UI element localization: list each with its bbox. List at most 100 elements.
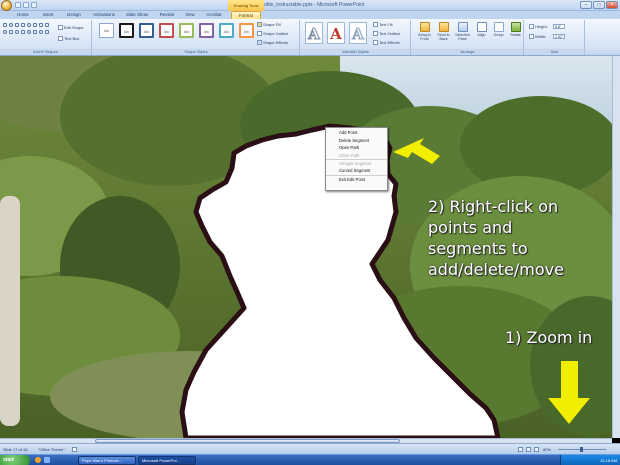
text-box-button[interactable]: Text Box <box>58 36 79 42</box>
clock: 11:18 AM <box>600 458 617 463</box>
window-title: invisible_instructable.pptx - Microsoft … <box>255 2 365 8</box>
tab-acrobat[interactable]: Acrobat <box>203 11 225 19</box>
tab-format[interactable]: Format <box>231 11 261 19</box>
menu-item-add-point[interactable]: Add Point <box>326 129 387 137</box>
shape-style-swatch-4[interactable]: Abc <box>159 23 174 38</box>
insert-shapes-label: Insert Shapes <box>0 49 91 55</box>
edit-points-context-menu: Add Point Delete Segment Open Path Close… <box>325 127 388 191</box>
vertical-scrollbar[interactable] <box>612 56 620 438</box>
text-fill-button[interactable]: Text Fill <box>373 22 393 28</box>
shape-oval-icon[interactable] <box>9 23 13 27</box>
menu-item-delete-segment[interactable]: Delete Segment <box>326 137 387 145</box>
shape-style-swatch-3[interactable]: Abc <box>139 23 154 38</box>
shape-outline-button[interactable]: Shape Outline <box>257 31 288 37</box>
edit-shape-icon <box>58 25 63 31</box>
shape-brace-icon[interactable] <box>15 30 19 34</box>
shape-outline-icon <box>257 31 262 37</box>
spellcheck-icon[interactable] <box>72 447 77 452</box>
shape-star-icon[interactable] <box>21 30 25 34</box>
text-effects-icon <box>373 40 378 46</box>
shape-styles-group: Abc Abc Abc Abc Abc Abc Abc Abc Shape Fi… <box>93 20 300 55</box>
shape-circle-icon[interactable] <box>27 23 31 27</box>
insert-shapes-group: Edit Shape Text Box Insert Shapes <box>0 20 92 55</box>
powerpoint-window: invisible_instructable.pptx - Microsoft … <box>0 0 620 465</box>
taskbar-photoshop-button[interactable]: Pope Man's Photosh... <box>78 456 136 465</box>
selection-pane-button[interactable]: Selection Pane <box>454 22 471 48</box>
shape-curve-icon[interactable] <box>3 30 7 34</box>
group-button[interactable]: Group <box>490 22 507 48</box>
shape-style-swatch-1[interactable]: Abc <box>99 23 114 38</box>
tab-home[interactable]: Home <box>15 11 31 19</box>
text-fill-icon <box>373 22 378 28</box>
quick-launch-desktop-icon[interactable] <box>44 457 50 463</box>
quick-launch-firefox-icon[interactable] <box>35 457 41 463</box>
width-field[interactable]: 2.82" <box>553 34 565 39</box>
annotation-right-click: 2) Right-click on points and segments to… <box>428 197 564 280</box>
shape-line-icon[interactable] <box>15 23 19 27</box>
shape-more-icon[interactable] <box>45 30 49 34</box>
normal-view-icon[interactable] <box>518 447 523 452</box>
maximize-button[interactable]: □ <box>593 1 605 9</box>
height-icon <box>529 24 534 30</box>
tab-review[interactable]: Review <box>157 11 177 19</box>
text-outline-button[interactable]: Text Outline <box>373 31 400 37</box>
tab-view[interactable]: View <box>182 11 198 19</box>
shape-triangle-icon[interactable] <box>33 23 37 27</box>
shape-callout-icon[interactable] <box>33 30 37 34</box>
ribbon-tabs: Home Insert Design Animations Slide Show… <box>0 11 620 19</box>
windows-taskbar: start Pope Man's Photosh... Microsoft Po… <box>0 454 620 465</box>
tab-slide-show[interactable]: Slide Show <box>123 11 151 19</box>
menu-item-open-path[interactable]: Open Path <box>326 144 387 152</box>
rotate-button[interactable]: Rotate <box>507 22 524 48</box>
slide-sorter-icon[interactable] <box>526 447 531 452</box>
width-icon <box>529 34 534 40</box>
bring-to-front-icon <box>419 22 430 32</box>
shape-styles-label: Shape Styles <box>93 49 299 55</box>
menu-item-curved-segment[interactable]: Curved Segment <box>326 167 387 175</box>
width-label: Width: <box>529 34 546 40</box>
edit-shape-button[interactable]: Edit Shape <box>58 25 84 31</box>
slide-show-icon[interactable] <box>534 447 539 452</box>
shape-freeform-icon[interactable] <box>45 23 49 27</box>
shape-heart-icon[interactable] <box>27 30 31 34</box>
shape-style-swatch-5[interactable]: Abc <box>179 23 194 38</box>
taskbar-powerpoint-button[interactable]: Microsoft PowerPoi... <box>138 456 196 465</box>
shape-rectangle-icon[interactable] <box>3 23 7 27</box>
status-bar: Slide 17 of 18 "Office Theme" 80% <box>0 443 620 454</box>
shape-fill-button[interactable]: Shape Fill <box>257 22 281 28</box>
shape-style-swatch-7[interactable]: Abc <box>219 23 234 38</box>
close-button[interactable]: × <box>606 1 618 9</box>
menu-item-exit-edit-point[interactable]: Exit Edit Point <box>326 174 387 183</box>
tab-insert[interactable]: Insert <box>38 11 58 19</box>
shape-style-swatch-6[interactable]: Abc <box>199 23 214 38</box>
shape-style-swatch-2[interactable]: Abc <box>119 23 134 38</box>
shape-effects-button[interactable]: Shape Effects <box>257 40 288 46</box>
tab-animations[interactable]: Animations <box>90 11 118 19</box>
bring-to-front-button[interactable]: Bring to Front <box>416 22 433 48</box>
selection-pane-icon <box>457 22 468 32</box>
zoom-slider-thumb[interactable] <box>580 447 583 452</box>
drawing-tools-context-label: Drawing Tools <box>228 0 264 11</box>
align-button[interactable]: Align <box>473 22 490 48</box>
text-effects-button[interactable]: Text Effects <box>373 40 400 46</box>
shape-arc-icon[interactable] <box>39 30 43 34</box>
wordart-style-1[interactable]: A <box>305 22 323 44</box>
minimize-button[interactable]: – <box>580 1 592 9</box>
send-to-back-button[interactable]: Send to Back <box>435 22 452 48</box>
shape-style-swatch-8[interactable]: Abc <box>239 23 254 38</box>
start-button[interactable]: start <box>0 455 30 465</box>
wordart-style-3[interactable]: A <box>349 22 367 44</box>
wordart-style-2[interactable]: A <box>327 22 345 44</box>
shape-arrow-icon[interactable] <box>21 23 25 27</box>
menu-item-straight-segment: Straight Segment <box>326 159 387 167</box>
size-group: Height: 6.8" Width: 2.82" Size <box>525 20 585 55</box>
height-field[interactable]: 6.8" <box>553 24 565 29</box>
slide-canvas[interactable]: 2) Right-click on points and segments to… <box>0 56 620 438</box>
group-icon <box>493 22 504 32</box>
tab-design[interactable]: Design <box>64 11 84 19</box>
shape-block-arrow-icon[interactable] <box>39 23 43 27</box>
shape-effects-icon <box>257 40 262 46</box>
height-label: Height: <box>529 24 548 30</box>
send-to-back-icon <box>438 22 449 32</box>
shape-bracket-icon[interactable] <box>9 30 13 34</box>
